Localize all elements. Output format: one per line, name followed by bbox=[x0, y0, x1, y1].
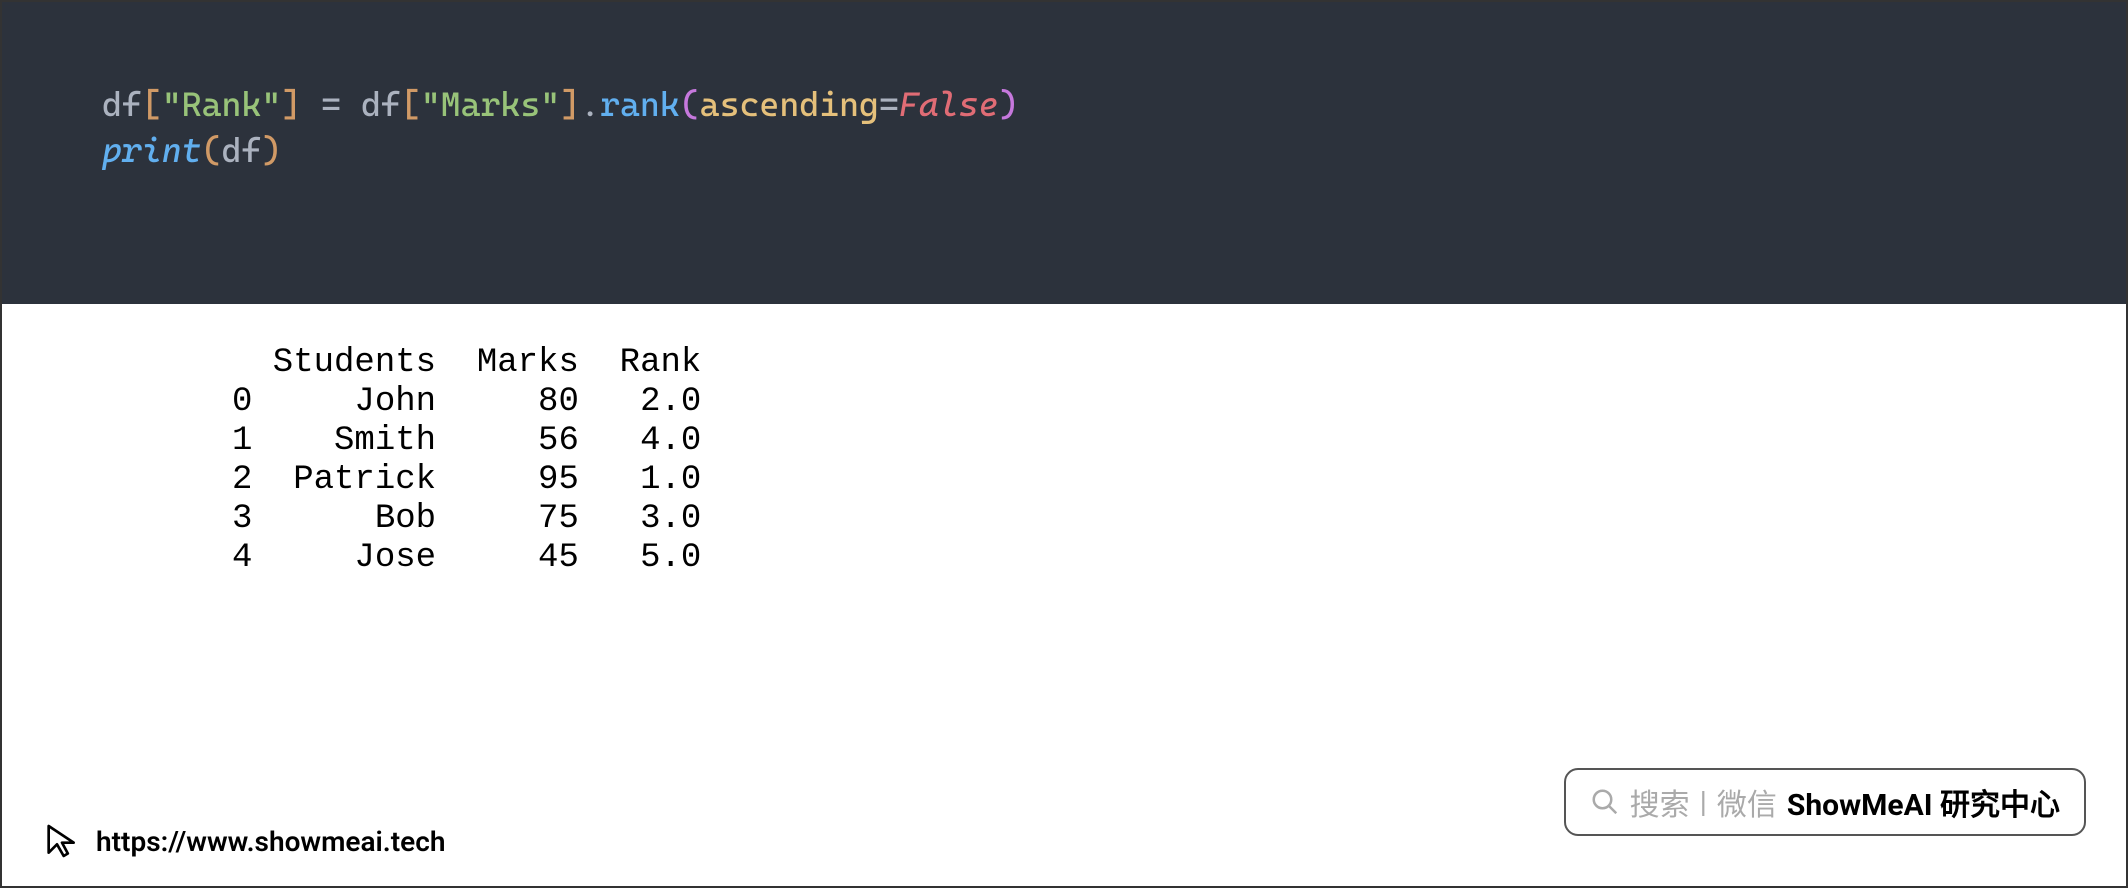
badge-brand: ShowMeAI 研究中心 bbox=[1787, 780, 2060, 824]
code-line-2: print(df) bbox=[102, 128, 2026, 174]
code-token bbox=[301, 84, 321, 124]
code-token: df bbox=[102, 84, 142, 124]
code-token: df bbox=[341, 84, 401, 124]
code-token: [ bbox=[401, 84, 421, 124]
code-token: [ bbox=[142, 84, 162, 124]
footer: https://www.showmeai.tech bbox=[42, 821, 445, 861]
code-token: ] bbox=[281, 84, 301, 124]
code-token: "Marks" bbox=[421, 84, 560, 124]
code-token: ( bbox=[202, 130, 222, 170]
code-token: . bbox=[580, 84, 600, 124]
footer-url: https://www.showmeai.tech bbox=[96, 825, 445, 858]
badge-wechat-label: 微信 bbox=[1717, 780, 1777, 824]
code-token: ) bbox=[998, 84, 1018, 124]
code-token: ( bbox=[680, 84, 700, 124]
badge-separator: | bbox=[1700, 785, 1707, 820]
code-token: ) bbox=[261, 130, 281, 170]
cursor-icon bbox=[42, 821, 82, 861]
code-token: rank bbox=[600, 84, 680, 124]
code-token: print bbox=[102, 130, 202, 170]
code-token: = bbox=[879, 84, 899, 124]
code-token: "Rank" bbox=[162, 84, 282, 124]
code-token: ascending bbox=[700, 84, 879, 124]
code-block: df["Rank"] = df["Marks"].rank(ascending=… bbox=[2, 2, 2126, 304]
code-token: = bbox=[321, 84, 341, 124]
code-line-1: df["Rank"] = df["Marks"].rank(ascending=… bbox=[102, 82, 2026, 128]
code-token: ] bbox=[560, 84, 580, 124]
search-badge: 搜索 | 微信 ShowMeAI 研究中心 bbox=[1564, 768, 2086, 836]
badge-search-label: 搜索 bbox=[1630, 780, 1690, 824]
output-block: Students Marks Rank 0 John 80 2.0 1 Smit… bbox=[2, 304, 2126, 599]
code-token: False bbox=[899, 84, 999, 124]
search-icon bbox=[1590, 787, 1620, 817]
code-token: df bbox=[222, 130, 262, 170]
